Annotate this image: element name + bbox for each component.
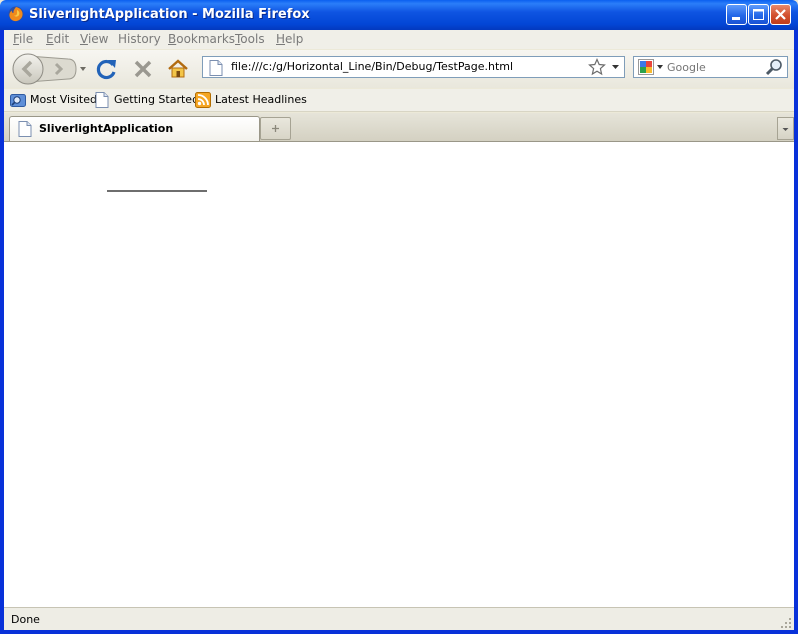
bookmark-label: Most Visited <box>30 93 97 106</box>
url-input[interactable]: file:///c:/g/Horizontal_Line/Bin/Debug/T… <box>231 60 513 73</box>
bookmark-label: Getting Started <box>114 93 200 106</box>
tab-list-button[interactable] <box>777 117 794 140</box>
menu-file[interactable]: File <box>13 32 33 46</box>
new-tab-button[interactable] <box>260 117 291 140</box>
stop-icon[interactable] <box>131 57 155 81</box>
maximize-button[interactable] <box>748 4 769 25</box>
history-dropdown-button[interactable] <box>72 58 86 78</box>
menu-history[interactable]: History <box>118 32 161 46</box>
page-icon <box>18 121 32 137</box>
page-icon <box>95 92 109 108</box>
menu-tools[interactable]: Tools <box>235 32 265 46</box>
window-title: SliverlightApplication - Mozilla Firefox <box>29 7 310 22</box>
window-frame-bottom <box>0 630 798 634</box>
resize-grip-icon[interactable] <box>780 617 792 629</box>
bookmark-most-visited[interactable]: Most Visited <box>10 92 97 108</box>
back-button[interactable] <box>10 53 41 84</box>
url-bar[interactable]: file:///c:/g/Horizontal_Line/Bin/Debug/T… <box>202 56 625 78</box>
tab-label: SliverlightApplication <box>39 122 174 135</box>
navigation-toolbar: file:///c:/g/Horizontal_Line/Bin/Debug/T… <box>4 50 794 88</box>
status-bar: Done <box>4 607 794 631</box>
reload-icon[interactable] <box>95 57 119 81</box>
firefox-logo-icon <box>8 6 24 22</box>
status-text: Done <box>11 613 40 626</box>
search-icon[interactable] <box>765 58 785 76</box>
tab-strip: SliverlightApplication <box>4 113 794 142</box>
page-icon <box>209 60 223 76</box>
close-button[interactable] <box>770 4 791 25</box>
menu-bar: File Edit View History Bookmarks Tools H… <box>4 30 794 49</box>
browser-window: SliverlightApplication - Mozilla Firefox… <box>0 0 798 634</box>
close-icon <box>775 9 786 20</box>
title-bar[interactable]: SliverlightApplication - Mozilla Firefox <box>0 0 798 30</box>
bookmarks-toolbar: Most Visited Getting Started Latest Head… <box>4 89 794 112</box>
search-input[interactable] <box>667 59 762 75</box>
rss-feed-icon <box>195 92 211 108</box>
menu-help[interactable]: Help <box>276 32 303 46</box>
horizontal-line <box>107 190 207 192</box>
bookmark-star-icon[interactable] <box>588 58 606 76</box>
minimize-icon <box>732 17 740 20</box>
bookmark-getting-started[interactable]: Getting Started <box>94 92 199 108</box>
forward-button[interactable] <box>44 56 70 82</box>
menu-bookmarks[interactable]: Bookmarks <box>168 32 235 46</box>
window-frame-right <box>794 30 798 634</box>
google-logo-icon[interactable] <box>638 59 664 75</box>
chevron-down-icon <box>782 128 789 131</box>
bookmark-latest-headlines[interactable]: Latest Headlines <box>195 92 307 108</box>
minimize-button[interactable] <box>726 4 747 25</box>
page-content[interactable] <box>4 142 794 607</box>
search-bar[interactable] <box>633 56 788 78</box>
bookmark-label: Latest Headlines <box>215 93 307 106</box>
menu-edit[interactable]: Edit <box>46 32 69 46</box>
home-icon[interactable] <box>166 57 190 81</box>
tab-sliverlight-application[interactable]: SliverlightApplication <box>9 116 260 141</box>
most-visited-icon <box>10 94 26 107</box>
maximize-icon <box>753 9 764 20</box>
menu-view[interactable]: View <box>80 32 108 46</box>
chevron-down-icon[interactable] <box>612 65 619 70</box>
plus-icon <box>272 125 279 132</box>
window-frame-left <box>0 30 4 634</box>
